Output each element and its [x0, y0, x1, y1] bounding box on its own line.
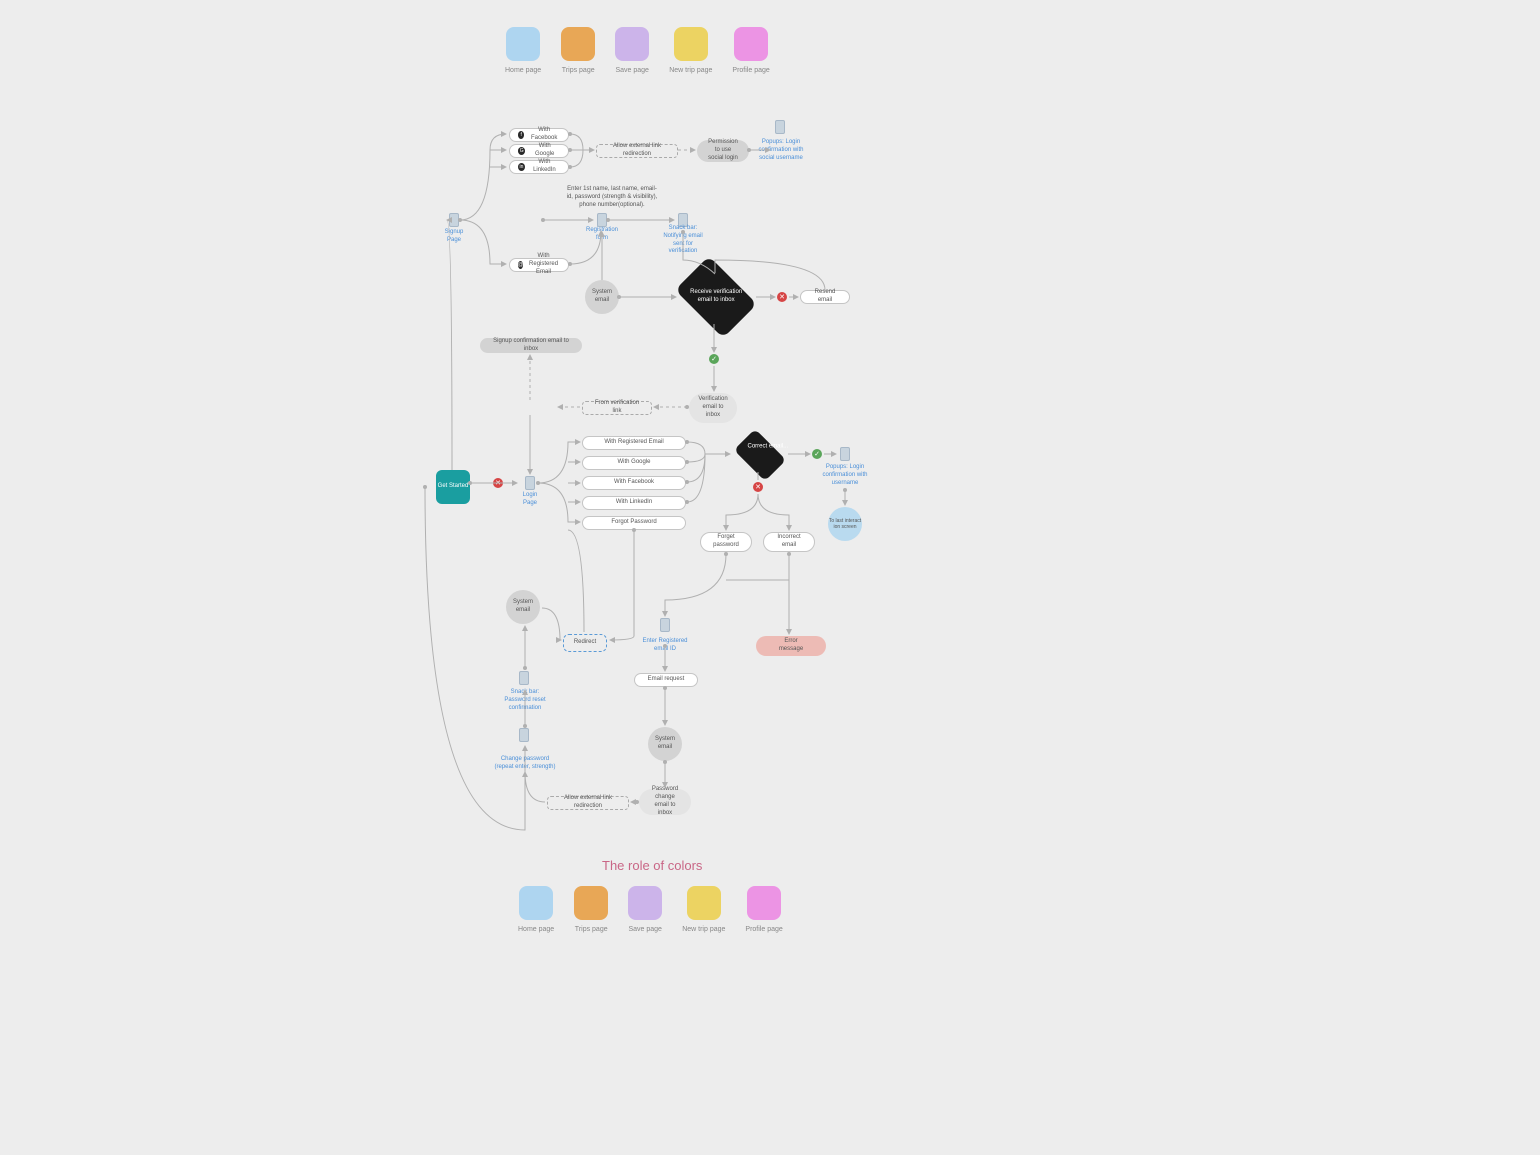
legend-label: Trips page — [575, 926, 608, 933]
legend-item: Trips page — [574, 886, 608, 933]
google-icon: G — [518, 147, 525, 155]
phone-icon — [840, 447, 850, 461]
section-title: The role of colors — [602, 858, 702, 873]
legend-label: Profile page — [745, 926, 782, 933]
legend-label: Home page — [505, 67, 541, 74]
forget-password: Forget password — [700, 532, 752, 552]
to-last-interact: To last interact ion screen — [828, 507, 862, 541]
get-started-node: Get Started — [436, 470, 470, 504]
system-email-3: System email — [648, 727, 682, 761]
legend-item: Save page — [628, 886, 662, 933]
swatch-save — [628, 886, 662, 920]
swatch-home — [519, 886, 553, 920]
legend-bottom: Home page Trips page Save page New trip … — [518, 886, 783, 933]
email-icon: @ — [518, 261, 523, 269]
phone-icon — [519, 671, 529, 685]
incorrect-email: Incorrect email — [763, 532, 815, 552]
signup-page-label: Signup Page — [438, 229, 470, 245]
login-reg-email: With Registered Email — [582, 436, 686, 450]
facebook-icon: f — [518, 131, 524, 139]
login-linkedin: With LinkedIn — [582, 496, 686, 510]
from-verify-link: From verification link — [582, 401, 652, 415]
label: Get Started — [438, 483, 469, 491]
swatch-save — [615, 27, 649, 61]
legend-item: New trip page — [682, 886, 725, 933]
pw-change-email: Password change email to inbox — [639, 789, 691, 815]
system-email-2: System email — [506, 590, 540, 624]
legend-item: Trips page — [561, 27, 595, 74]
popup-social-label: Popups: Login confirmation with social u… — [756, 139, 806, 162]
label: Receive verification email to inbox — [682, 289, 750, 305]
error-message: Error message — [756, 636, 826, 656]
redirect: Redirect — [563, 634, 607, 652]
system-email: System email — [585, 280, 619, 314]
swatch-profile — [747, 886, 781, 920]
phone-icon — [519, 728, 529, 742]
snackbar-reset-label: Snack bar: Password reset confirmation — [500, 689, 550, 712]
with-facebook: f With Facebook — [509, 128, 569, 142]
with-google: G With Google — [509, 144, 569, 158]
legend-item: Profile page — [745, 886, 782, 933]
legend-label: New trip page — [682, 926, 725, 933]
phone-icon — [525, 476, 535, 490]
legend-label: Save page — [628, 926, 661, 933]
swatch-trips — [574, 886, 608, 920]
receive-verify-diamond: Receive verification email to inbox — [675, 256, 757, 338]
label: With Google — [529, 143, 560, 159]
label: With Facebook — [528, 127, 560, 143]
popup-login-label: Popups: Login confirmation with username — [820, 464, 870, 487]
legend-item: Home page — [505, 27, 541, 74]
legend-label: Save page — [615, 67, 648, 74]
check-icon: ✓ — [709, 354, 719, 364]
legend-label: New trip page — [669, 67, 712, 74]
x-icon: ✕ — [753, 482, 763, 492]
legend-item: New trip page — [669, 27, 712, 74]
login-facebook: With Facebook — [582, 476, 686, 490]
regform-note: Enter 1st name, last name, email-id, pas… — [566, 186, 658, 209]
login-page-label: Login Page — [516, 492, 544, 508]
forgot-password: Forgot Password — [582, 516, 686, 530]
permission-social: Permission to use social login — [697, 140, 749, 162]
allow-ext-redirect: Allow external link redirection — [596, 144, 678, 158]
swatch-newtrip — [674, 27, 708, 61]
legend-item: Save page — [615, 27, 649, 74]
phone-icon — [449, 213, 459, 227]
linkedin-icon: in — [518, 163, 525, 171]
x-icon: ✕ — [777, 292, 787, 302]
signup-confirm: Signup confirmation email to inbox — [480, 338, 582, 353]
swatch-home — [506, 27, 540, 61]
legend-item: Profile page — [732, 27, 769, 74]
label: Correct email... — [746, 443, 790, 451]
with-linkedin: in With LinkedIn — [509, 160, 569, 174]
check-icon: ✓ — [812, 449, 822, 459]
connectors — [0, 0, 1540, 1155]
swatch-trips — [561, 27, 595, 61]
label: With LinkedIn — [529, 159, 560, 175]
legend-label: Profile page — [732, 67, 769, 74]
correct-email-diamond: Correct email... — [734, 429, 786, 481]
verification-email: Verification email to inbox — [689, 393, 737, 423]
swatch-newtrip — [687, 886, 721, 920]
snackbar-verify-label: Snack bar: Notifying email sent for veri… — [658, 225, 708, 256]
with-registered-email: @With Registered Email — [509, 258, 569, 272]
legend-label: Home page — [518, 926, 554, 933]
legend-top: Home page Trips page Save page New trip … — [505, 27, 770, 74]
phone-icon — [775, 120, 785, 134]
phone-icon — [660, 618, 670, 632]
legend-label: Trips page — [562, 67, 595, 74]
resend-email: Resend email — [800, 290, 850, 304]
change-password-label: Change password (repeat enter, strength) — [494, 756, 556, 772]
email-request: Email request — [634, 673, 698, 687]
x-icon: ✕ — [493, 478, 503, 488]
allow-ext-redirect-2: Allow external link redirection — [547, 796, 629, 810]
label: With Registered Email — [527, 253, 560, 276]
legend-item: Home page — [518, 886, 554, 933]
registration-form-label: Registration form — [580, 227, 624, 243]
login-google: With Google — [582, 456, 686, 470]
phone-icon — [597, 213, 607, 227]
swatch-profile — [734, 27, 768, 61]
enter-reg-email-label: Enter Registered email ID — [636, 638, 694, 654]
